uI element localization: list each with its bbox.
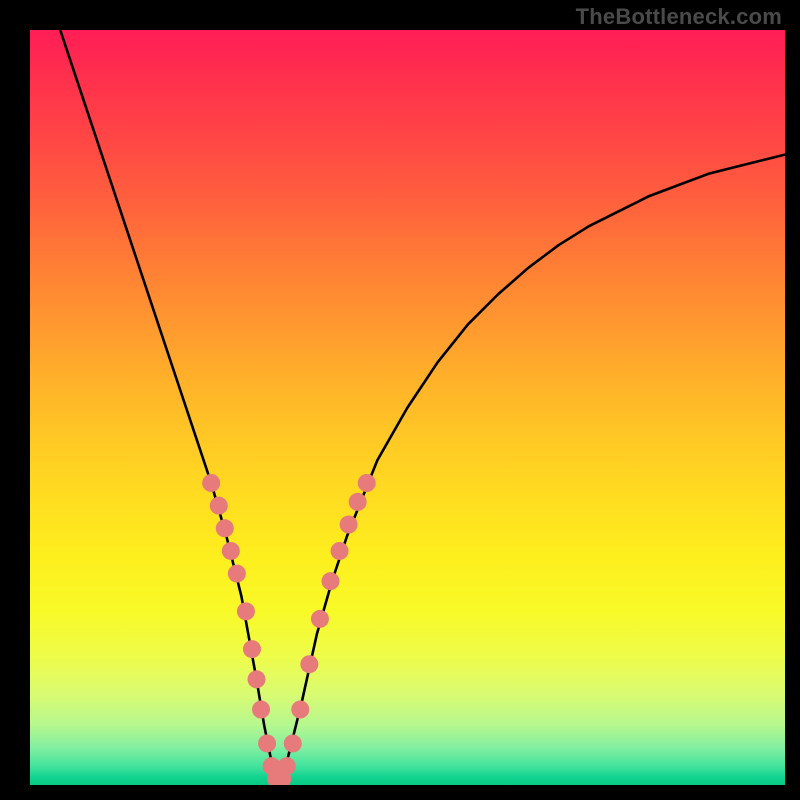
- highlight-dot: [210, 497, 228, 515]
- chart-frame: TheBottleneck.com: [0, 0, 800, 800]
- highlight-dot: [340, 516, 358, 534]
- highlight-dot: [349, 493, 367, 511]
- highlight-dot: [237, 602, 255, 620]
- highlight-dot: [331, 542, 349, 560]
- highlight-dot: [222, 542, 240, 560]
- highlight-dot: [202, 474, 220, 492]
- highlight-dot: [258, 734, 276, 752]
- highlight-dot: [216, 519, 234, 537]
- highlight-dots-group: [202, 474, 376, 785]
- highlight-dot: [284, 734, 302, 752]
- plot-area: [30, 30, 785, 785]
- highlight-dot: [243, 640, 261, 658]
- highlight-dot: [278, 757, 296, 775]
- chart-overlay: [30, 30, 785, 785]
- highlight-dot: [300, 655, 318, 673]
- bottleneck-curve: [60, 30, 785, 781]
- highlight-dot: [252, 701, 270, 719]
- highlight-dot: [248, 670, 266, 688]
- highlight-dot: [228, 565, 246, 583]
- highlight-dot: [291, 701, 309, 719]
- highlight-dot: [311, 610, 329, 628]
- highlight-dot: [358, 474, 376, 492]
- highlight-dot: [321, 572, 339, 590]
- watermark-text: TheBottleneck.com: [576, 4, 782, 30]
